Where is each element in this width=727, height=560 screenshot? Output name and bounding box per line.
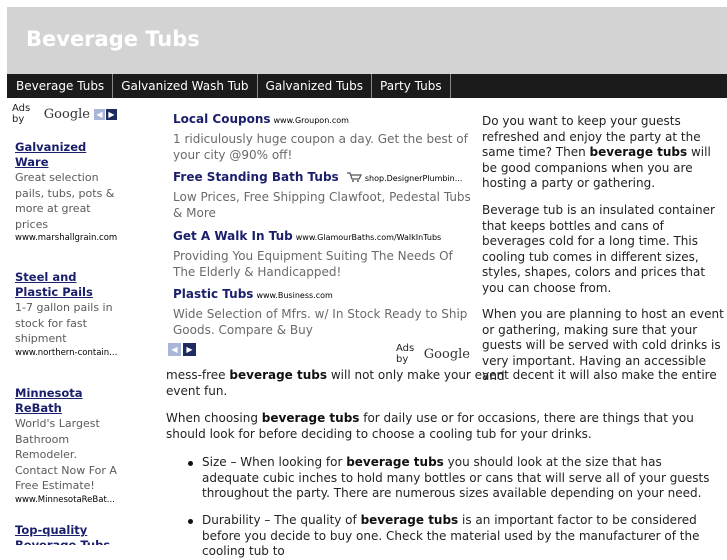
sidebar-ad: Top-quality Beverage Tubs bbox=[15, 523, 117, 545]
inline-ad-title[interactable]: Get A Walk In Tub bbox=[173, 229, 293, 243]
inline-ad-title[interactable]: Free Standing Bath Tubs bbox=[173, 170, 339, 184]
site-header: Beverage Tubs bbox=[7, 7, 727, 74]
nav-item-galvanized-tubs[interactable]: Galvanized Tubs bbox=[258, 74, 373, 98]
inline-ad-title[interactable]: Local Coupons bbox=[173, 112, 271, 126]
sidebar-ad-url[interactable]: www.marshallgrain.com bbox=[15, 232, 117, 245]
article-paragraph: mess-free beverage tubs will not only ma… bbox=[166, 368, 717, 398]
sidebar-ad-url[interactable]: www.northern-contain... bbox=[15, 347, 117, 360]
nav-item-beverage-tubs[interactable]: Beverage Tubs bbox=[7, 74, 114, 98]
inline-ad: Local Coupons www.Groupon.com 1 ridiculou… bbox=[173, 111, 473, 163]
list-item: Size – When looking for beverage tubs yo… bbox=[202, 455, 710, 501]
sidebar-ad-title[interactable]: Galvanized Ware bbox=[15, 140, 117, 170]
site-title[interactable]: Beverage Tubs bbox=[26, 27, 200, 51]
nav-item-galvanized-wash-tub[interactable]: Galvanized Wash Tub bbox=[113, 74, 258, 98]
inline-ad: Free Standing Bath Tubs shop.DesignerPlu… bbox=[173, 169, 473, 221]
article-paragraph: Beverage tub is an insulated container t… bbox=[482, 203, 715, 295]
prev-arrow-icon[interactable]: ◀ bbox=[94, 108, 105, 120]
ads-by-google[interactable]: Ads by Google bbox=[396, 343, 470, 365]
ads-by-google[interactable]: Ads by Google ◀ ▶ bbox=[12, 103, 117, 125]
google-logo: Google bbox=[43, 106, 90, 122]
sidebar-ad-title[interactable]: Minnesota ReBath bbox=[15, 386, 117, 416]
inline-ad-nav: ◀ ▶ bbox=[168, 343, 196, 356]
sidebar-ad: Minnesota ReBath World's Largest Bathroo… bbox=[15, 386, 117, 507]
main-nav: Beverage Tubs Galvanized Wash Tub Galvan… bbox=[7, 74, 727, 98]
sidebar-ads: Ads by Google ◀ ▶ Galvanized Ware Great … bbox=[7, 100, 117, 545]
inline-ad-url[interactable]: www.Groupon.com bbox=[274, 116, 349, 125]
inline-ad-url[interactable]: www.GlamourBaths.com/WalkInTubs bbox=[296, 233, 441, 242]
sidebar-ad-url[interactable]: www.MinnesotaReBat... bbox=[15, 494, 117, 507]
inline-ad-desc: 1 ridiculously huge coupon a day. Get th… bbox=[173, 132, 468, 162]
inline-ad-desc: Wide Selection of Mfrs. w/ In Stock Read… bbox=[173, 307, 468, 337]
prev-arrow-icon[interactable]: ◀ bbox=[168, 343, 181, 356]
sidebar-ad-title[interactable]: Top-quality Beverage Tubs bbox=[15, 523, 117, 545]
ads-by-label: Ads by bbox=[396, 343, 415, 365]
sidebar-ad-desc: Great selection pails, tubs, pots & more… bbox=[15, 171, 115, 231]
article-paragraph: When choosing beverage tubs for daily us… bbox=[166, 411, 694, 441]
inline-ad-desc: Low Prices, Free Shipping Clawfoot, Pede… bbox=[173, 190, 471, 220]
nav-item-party-tubs[interactable]: Party Tubs bbox=[372, 74, 451, 98]
cart-icon bbox=[346, 172, 362, 182]
inline-ad: Plastic Tubs www.Business.com Wide Select… bbox=[173, 286, 473, 338]
list-item: Durability – The quality of beverage tub… bbox=[202, 513, 700, 559]
inline-ad-url[interactable]: shop.DesignerPlumbin... bbox=[365, 174, 463, 183]
next-arrow-icon[interactable]: ▶ bbox=[106, 108, 117, 120]
next-arrow-icon[interactable]: ▶ bbox=[183, 343, 196, 356]
inline-ad-url[interactable]: www.Business.com bbox=[256, 291, 332, 300]
sidebar-ad-desc: 1-7 gallon pails in stock for fast shipm… bbox=[15, 301, 113, 345]
sidebar-ad-desc: World's Largest Bathroom Remodeler. Cont… bbox=[15, 417, 117, 492]
article-paragraph: Do you want to keep your guests refreshe… bbox=[482, 114, 711, 191]
bullet-icon bbox=[188, 519, 193, 524]
sidebar-ad: Steel and Plastic Pails 1-7 gallon pails… bbox=[15, 270, 117, 360]
inline-ad-title[interactable]: Plastic Tubs bbox=[173, 287, 253, 301]
google-logo: Google bbox=[423, 346, 470, 362]
sidebar-ad-title[interactable]: Steel and Plastic Pails bbox=[15, 270, 117, 300]
sidebar-ad: Galvanized Ware Great selection pails, t… bbox=[15, 140, 117, 245]
inline-ad-desc: Providing You Equipment Suiting The Need… bbox=[173, 249, 453, 279]
inline-ad-block: Local Coupons www.Groupon.com 1 ridiculou… bbox=[167, 108, 473, 365]
inline-ad: Get A Walk In Tub www.GlamourBaths.com/Wa… bbox=[173, 228, 473, 280]
bullet-icon bbox=[188, 461, 193, 466]
ads-by-label: Ads by bbox=[12, 103, 31, 125]
